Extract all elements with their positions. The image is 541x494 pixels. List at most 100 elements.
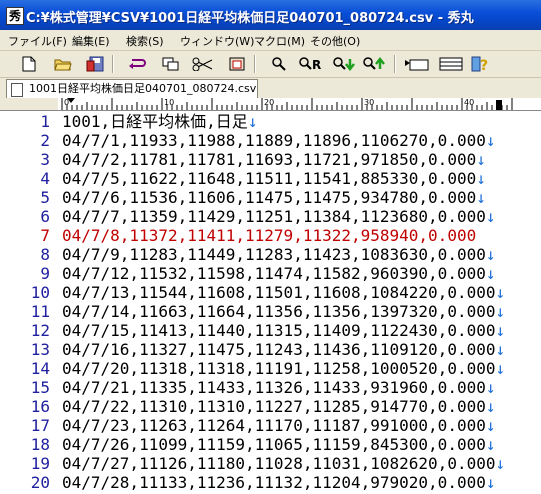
- editor-line[interactable]: 7 04/7/8,11372,11411,11279,11322,958940,0…: [0, 226, 541, 245]
- line-end-marker: ↓: [485, 264, 496, 283]
- line-text[interactable]: 04/7/2,11781,11781,11693,11721,971850,0.…: [62, 150, 486, 169]
- editor-line[interactable]: 11 04/7/14,11663,11664,11356,11356,139732…: [0, 302, 541, 321]
- editor-line[interactable]: 4 04/7/5,11622,11648,11511,11541,885330,0…: [0, 169, 541, 188]
- line-text[interactable]: 04/7/14,11663,11664,11356,11356,1397320,…: [62, 302, 505, 321]
- replace-icon[interactable]: R: [298, 54, 324, 74]
- line-end-marker: ↓: [485, 378, 496, 397]
- line-number: 20: [30, 473, 50, 492]
- line-number: 10: [30, 283, 50, 302]
- line-number: 1: [40, 112, 50, 131]
- line-text[interactable]: 04/7/20,11318,11318,11191,11258,1000520,…: [62, 359, 505, 378]
- line-text[interactable]: 04/7/22,11310,11310,11227,11285,914770,0…: [62, 397, 495, 416]
- line-end-marker: ↓: [476, 188, 486, 207]
- svg-text:R: R: [312, 58, 321, 72]
- line-number: 11: [30, 302, 50, 321]
- line-number: 15: [30, 378, 50, 397]
- menu-file[interactable]: ファイル(F): [8, 33, 67, 49]
- line-text[interactable]: 04/7/8,11372,11411,11279,11322,958940,0.…: [62, 226, 476, 245]
- document-icon: [11, 83, 23, 97]
- line-number: 19: [30, 454, 50, 473]
- text-editor-area[interactable]: 1 1001,日経平均株価,日足↓ 2 04/7/1,11933,11988,1188…: [0, 111, 541, 494]
- line-number: 2: [40, 131, 50, 150]
- editor-line[interactable]: 12 04/7/15,11413,11440,11315,11409,112243…: [0, 321, 541, 340]
- editor-line[interactable]: 15 04/7/21,11335,11433,11326,11433,931960…: [0, 378, 541, 397]
- menu-macro[interactable]: マクロ(M): [254, 33, 305, 49]
- editor-line[interactable]: 9 04/7/12,11532,11598,11474,11582,960390,…: [0, 264, 541, 283]
- line-number: 8: [40, 245, 50, 264]
- editor-line[interactable]: 19 04/7/27,11126,11180,11028,11031,108262…: [0, 454, 541, 473]
- editor-line[interactable]: 8 04/7/9,11283,11449,11283,11423,1083630,…: [0, 245, 541, 264]
- find-next-down-icon[interactable]: [332, 54, 358, 74]
- split-window-icon[interactable]: [438, 54, 464, 74]
- ruler-mark-40: 40: [464, 98, 475, 107]
- save-icon[interactable]: [84, 54, 106, 74]
- line-end-marker: ↓: [495, 302, 506, 321]
- line-text[interactable]: 04/7/12,11532,11598,11474,11582,960390,0…: [62, 264, 495, 283]
- line-text[interactable]: 04/7/5,11622,11648,11511,11541,885330,0.…: [62, 169, 486, 188]
- editor-line[interactable]: 3 04/7/2,11781,11781,11693,11721,971850,0…: [0, 150, 541, 169]
- menu-other[interactable]: その他(O): [310, 33, 360, 49]
- menu-search[interactable]: 検索(S): [126, 33, 164, 49]
- title-bar[interactable]: 秀 C:¥株式管理¥CSV¥1001日経平均株価日足040701_080724.…: [0, 0, 541, 30]
- line-text[interactable]: 1001,日経平均株価,日足↓: [62, 112, 257, 131]
- line-number: 7: [40, 226, 50, 245]
- editor-line[interactable]: 14 04/7/20,11318,11318,11191,11258,100052…: [0, 359, 541, 378]
- cut-icon[interactable]: [192, 54, 214, 74]
- ruler-mark-10: 10: [164, 98, 175, 107]
- editor-line[interactable]: 20 04/7/28,11133,11236,11132,11204,979020…: [0, 473, 541, 492]
- undo-icon[interactable]: [126, 54, 148, 74]
- paste-icon[interactable]: [226, 54, 248, 74]
- line-end-marker: ↓: [495, 454, 506, 473]
- window-title: C:¥株式管理¥CSV¥1001日経平均株価日足040701_080724.cs…: [26, 11, 474, 26]
- help-icon[interactable]: ?: [470, 54, 492, 74]
- line-end-marker: ↓: [476, 169, 486, 188]
- column-ruler[interactable]: 0 10 20 30 40: [58, 98, 541, 111]
- line-number: 6: [40, 207, 50, 226]
- tag-jump-icon[interactable]: [404, 54, 430, 74]
- editor-line[interactable]: 5 04/7/6,11536,11606,11475,11475,934780,0…: [0, 188, 541, 207]
- line-number: 3: [40, 150, 50, 169]
- line-text[interactable]: 04/7/9,11283,11449,11283,11423,1083630,0…: [62, 245, 495, 264]
- new-file-icon[interactable]: [18, 54, 40, 74]
- line-text[interactable]: 04/7/1,11933,11988,11889,11896,1106270,0…: [62, 131, 495, 150]
- find-next-up-icon[interactable]: [362, 54, 388, 74]
- editor-line[interactable]: 18 04/7/26,11099,11159,11065,11159,845300…: [0, 435, 541, 454]
- document-tab-label: 1001日経平均株価日足040701_080724.csv: [29, 82, 257, 95]
- line-number: 18: [30, 435, 50, 454]
- copy-icon[interactable]: [160, 54, 182, 74]
- editor-line[interactable]: 17 04/7/23,11263,11264,11170,11187,991000…: [0, 416, 541, 435]
- line-text[interactable]: 04/7/21,11335,11433,11326,11433,931960,0…: [62, 378, 495, 397]
- line-number: 5: [40, 188, 50, 207]
- hidemaru-app-icon[interactable]: 秀: [6, 7, 24, 25]
- document-tab[interactable]: 1001日経平均株価日足040701_080724.csv: [6, 79, 258, 98]
- menu-window[interactable]: ウィンドウ(W): [180, 33, 254, 49]
- line-number: 12: [30, 321, 50, 340]
- editor-line[interactable]: 1 1001,日経平均株価,日足↓: [0, 112, 541, 131]
- line-text[interactable]: 04/7/13,11544,11608,11501,11608,1084220,…: [62, 283, 505, 302]
- line-number: 17: [30, 416, 50, 435]
- toolbar: R ?: [0, 51, 541, 78]
- line-text[interactable]: 04/7/15,11413,11440,11315,11409,1122430,…: [62, 321, 505, 340]
- line-text[interactable]: 04/7/26,11099,11159,11065,11159,845300,0…: [62, 435, 495, 454]
- menu-edit[interactable]: 編集(E): [72, 33, 110, 49]
- find-icon[interactable]: [268, 54, 290, 74]
- editor-line[interactable]: 2 04/7/1,11933,11988,11889,11896,1106270,…: [0, 131, 541, 150]
- line-text[interactable]: 04/7/27,11126,11180,11028,11031,1082620,…: [62, 454, 505, 473]
- line-end-marker: ↓: [476, 150, 486, 169]
- ruler-mark-30: 30: [364, 98, 375, 107]
- editor-line[interactable]: 13 04/7/16,11327,11475,11243,11436,110912…: [0, 340, 541, 359]
- line-end-marker: ↓: [485, 245, 496, 264]
- line-text[interactable]: 04/7/16,11327,11475,11243,11436,1109120,…: [62, 340, 505, 359]
- svg-text:?: ?: [480, 58, 488, 73]
- line-number: 16: [30, 397, 50, 416]
- line-text[interactable]: 04/7/23,11263,11264,11170,11187,991000,0…: [62, 416, 495, 435]
- line-text[interactable]: 04/7/6,11536,11606,11475,11475,934780,0.…: [62, 188, 486, 207]
- editor-line[interactable]: 10 04/7/13,11544,11608,11501,11608,108422…: [0, 283, 541, 302]
- editor-line[interactable]: 6 04/7/7,11359,11429,11251,11384,1123680,…: [0, 207, 541, 226]
- line-text[interactable]: 04/7/7,11359,11429,11251,11384,1123680,0…: [62, 207, 495, 226]
- line-end-marker: ↓: [495, 283, 506, 302]
- editor-line[interactable]: 16 04/7/22,11310,11310,11227,11285,914770…: [0, 397, 541, 416]
- line-text[interactable]: 04/7/28,11133,11236,11132,11204,979020,0…: [62, 473, 495, 492]
- open-folder-icon[interactable]: [52, 54, 74, 74]
- line-number: 13: [30, 340, 50, 359]
